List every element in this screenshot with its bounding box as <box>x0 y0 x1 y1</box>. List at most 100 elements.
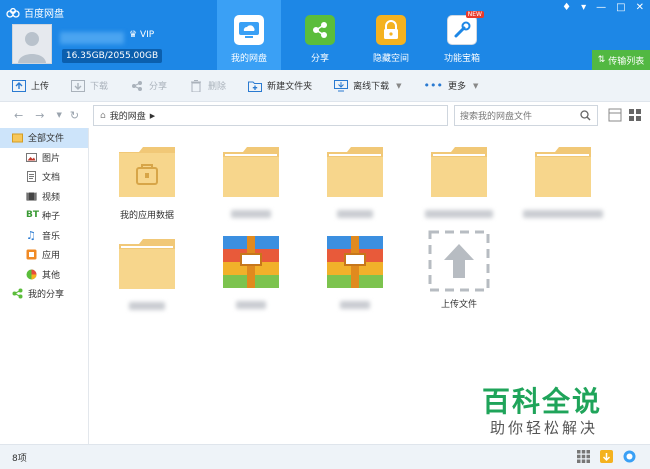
help-icon[interactable] <box>623 450 636 463</box>
crown-icon: ♛ <box>129 30 138 40</box>
history-dropdown-icon[interactable]: ▼ <box>56 111 61 119</box>
file-name-blurred <box>236 301 266 309</box>
more-dots-icon: ••• <box>423 79 443 92</box>
download-button[interactable]: 下载 <box>71 79 108 92</box>
file-item-archive[interactable] <box>206 234 296 309</box>
grid-view-icon[interactable] <box>628 108 642 122</box>
breadcrumb-item[interactable]: 我的网盘 <box>110 109 146 122</box>
file-name-blurred <box>523 210 603 218</box>
new-folder-icon <box>248 81 263 92</box>
breadcrumb[interactable]: ⌂ 我的网盘 ▶ <box>93 105 448 126</box>
more-button[interactable]: ••• 更多 ▼ <box>423 79 478 92</box>
main-nav: 我的网盘 分享 隐藏空间 NEW 功能宝箱 <box>217 0 501 70</box>
new-folder-button[interactable]: 新建文件夹 <box>248 79 312 92</box>
sidebar-item-my-share[interactable]: 我的分享 <box>0 284 88 304</box>
window-controls: ♦ ▾ — □ ✕ <box>562 2 644 13</box>
maximize-icon[interactable]: □ <box>616 2 625 13</box>
sidebar-item-torrents[interactable]: BT 种子 <box>0 206 88 226</box>
folder-icon <box>431 147 487 197</box>
tab-share[interactable]: 分享 <box>288 0 352 70</box>
tab-hidden-space[interactable]: 隐藏空间 <box>359 0 423 70</box>
file-item-app-data[interactable]: 我的应用数据 <box>102 144 192 221</box>
file-name-blurred <box>337 210 373 218</box>
chevron-down-icon: ▼ <box>472 81 479 90</box>
file-item-folder[interactable] <box>518 144 608 218</box>
file-name-blurred <box>425 210 493 218</box>
music-icon: ♫ <box>26 228 36 242</box>
close-icon[interactable]: ✕ <box>636 2 644 13</box>
home-icon: ⌂ <box>100 110 106 121</box>
address-row: ← → ▼ ↻ ⌂ 我的网盘 ▶ 搜索我的网盘文件 <box>0 102 650 128</box>
minimize-icon[interactable]: — <box>596 2 606 13</box>
share-button[interactable]: 分享 <box>130 79 167 92</box>
file-item-archive[interactable] <box>310 234 400 309</box>
file-item-folder[interactable] <box>206 144 296 218</box>
back-arrow-icon[interactable]: ← <box>14 109 23 122</box>
offline-download-button[interactable]: 离线下载 ▼ <box>334 79 401 92</box>
file-item-folder[interactable] <box>310 144 400 218</box>
breadcrumb-separator-icon: ▶ <box>149 111 156 120</box>
tab-my-drive[interactable]: 我的网盘 <box>217 0 281 70</box>
username-blurred <box>60 32 124 44</box>
sidebar-item-all-files[interactable]: 全部文件 <box>0 128 88 148</box>
sidebar-item-images[interactable]: 图片 <box>0 148 88 168</box>
folder-icon <box>223 147 279 197</box>
all-files-icon <box>12 133 23 143</box>
apps-grid-icon[interactable] <box>577 450 590 463</box>
search-icon <box>580 110 591 121</box>
watermark-title: 百科全说 <box>482 385 603 418</box>
refresh-icon[interactable]: ↻ <box>70 109 79 122</box>
archive-file-icon <box>327 236 383 288</box>
sidebar-item-videos[interactable]: 视频 <box>0 187 88 207</box>
file-item-folder[interactable] <box>102 236 192 310</box>
title-bar: 百度网盘 ♛ VIP 16.35GB/2055.00GB 我的网盘 分享 隐藏空… <box>0 0 650 70</box>
notification-bell-icon[interactable]: ♦ <box>562 2 571 13</box>
delete-button[interactable]: 删除 <box>189 79 226 92</box>
app-title: 百度网盘 <box>6 5 64 20</box>
lock-icon <box>376 15 406 45</box>
tab-toolbox[interactable]: NEW 功能宝箱 <box>430 0 494 70</box>
status-bar: 8项 <box>0 444 650 469</box>
app-folder-icon <box>119 147 175 197</box>
upload-icon <box>12 79 26 92</box>
forward-arrow-icon[interactable]: → <box>35 109 44 122</box>
transfer-list-button[interactable]: ⇅ 传输列表 <box>592 50 650 70</box>
status-icons <box>577 450 636 463</box>
sidebar-item-documents[interactable]: 文档 <box>0 167 88 187</box>
folder-icon <box>119 239 175 289</box>
upload-file-tile[interactable]: 上传文件 <box>414 230 504 310</box>
torrent-icon: BT <box>26 210 39 221</box>
share-icon <box>12 288 23 299</box>
file-name-blurred <box>231 210 271 218</box>
vip-badge[interactable]: ♛ VIP <box>129 30 154 40</box>
file-name: 我的应用数据 <box>119 211 174 221</box>
baidu-cloud-logo-icon <box>6 7 20 18</box>
search-input[interactable]: 搜索我的网盘文件 <box>454 105 598 126</box>
app-title-text: 百度网盘 <box>24 9 64 20</box>
storage-quota: 16.35GB/2055.00GB <box>62 49 162 63</box>
document-icon <box>27 171 36 183</box>
cloud-drive-icon <box>234 15 264 45</box>
sidebar-item-music[interactable]: ♫ 音乐 <box>0 226 88 246</box>
offline-download-icon <box>334 79 349 91</box>
toolbox-icon: NEW <box>447 11 484 45</box>
item-count: 8项 <box>12 453 27 464</box>
video-icon <box>26 192 37 201</box>
folder-icon <box>535 147 591 197</box>
transfer-status-icon[interactable] <box>600 450 613 463</box>
sidebar: 全部文件 图片 文档 视频 BT 种子 ♫ 音乐 应用 其他 我的分享 <box>0 128 89 444</box>
avatar[interactable] <box>12 24 52 64</box>
trash-icon <box>191 79 202 92</box>
sidebar-item-other[interactable]: 其他 <box>0 265 88 285</box>
file-name-blurred <box>340 301 370 309</box>
file-name-blurred <box>129 302 165 310</box>
new-badge: NEW <box>465 11 484 18</box>
sidebar-item-apps[interactable]: 应用 <box>0 245 88 265</box>
list-view-icon[interactable] <box>608 108 622 122</box>
menu-icon[interactable]: ▾ <box>581 2 586 13</box>
app-icon <box>26 249 37 260</box>
upload-button[interactable]: 上传 <box>12 79 49 92</box>
watermark-subtitle: 助你轻松解决 <box>490 419 599 437</box>
file-item-folder[interactable] <box>414 144 504 218</box>
user-silhouette-icon <box>18 32 46 63</box>
